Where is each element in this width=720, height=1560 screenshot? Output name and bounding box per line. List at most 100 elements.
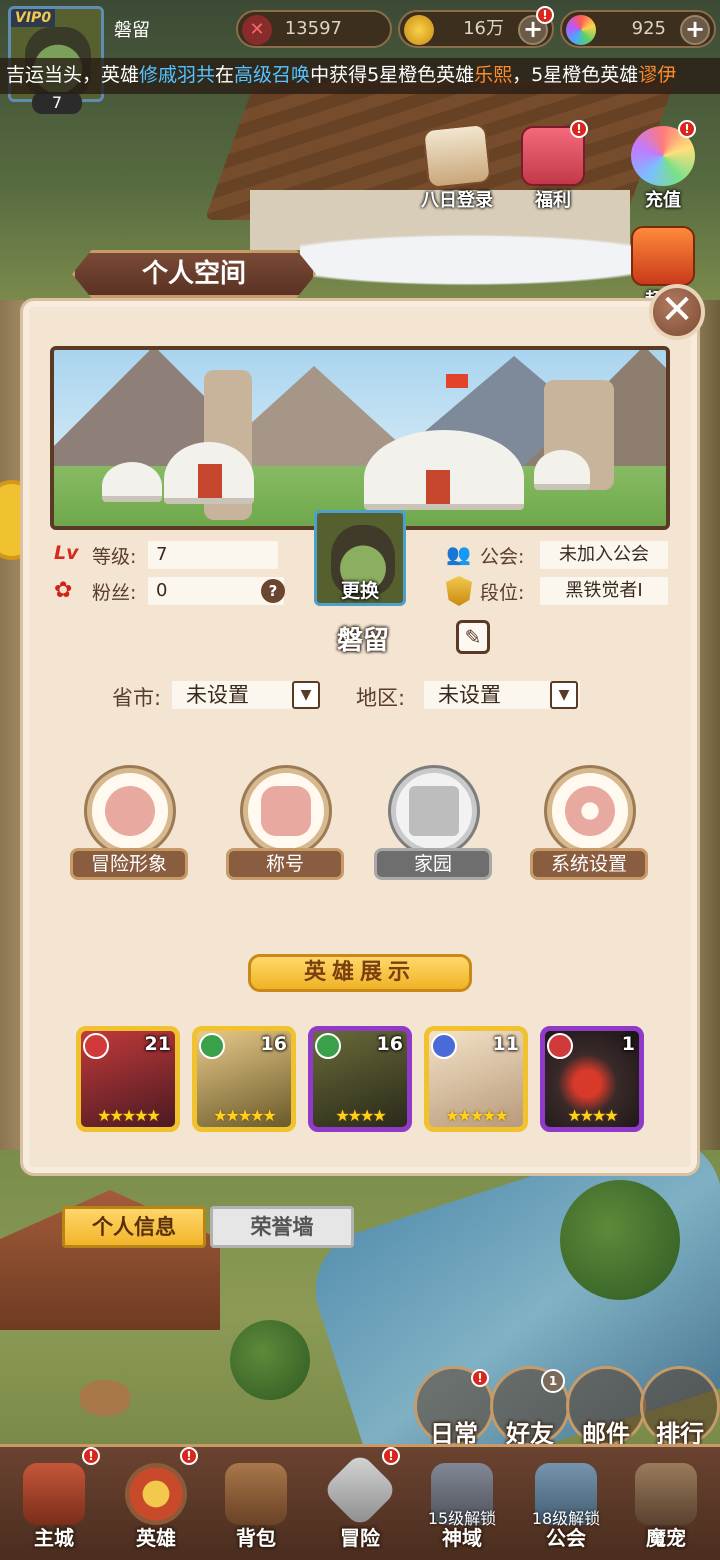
nav-notification-dot: !: [382, 1447, 400, 1465]
rank-value: 黑铁觉者Ⅰ: [540, 577, 668, 605]
tab-personal-info[interactable]: 个人信息: [62, 1206, 206, 1248]
nav-divine-realm[interactable]: 15级解锁 神域: [412, 1457, 512, 1557]
gold-notification-dot: !: [536, 6, 554, 24]
hero-stars: ★★★★: [567, 1106, 618, 1125]
top-bar: VIP0 7 磐留 ✕ 13597 16万 + ! 925 +: [0, 0, 720, 114]
fans-label: 粉丝:: [92, 582, 137, 604]
pet-cage-icon: [635, 1463, 697, 1525]
marquee-text: 中获得5星橙色英雄: [310, 64, 475, 86]
castle-icon: [23, 1463, 85, 1525]
player-name-top: 磐留: [114, 20, 150, 41]
system-settings-button[interactable]: 系统设置: [530, 768, 650, 880]
backpack-icon: [225, 1463, 287, 1525]
marquee-text: 在: [215, 64, 235, 86]
quick-actions: 日常 ! 好友 1 邮件 排行: [0, 1366, 720, 1456]
rank-label: 段位:: [480, 582, 525, 604]
nature-element-icon: [315, 1033, 341, 1059]
nav-adventure[interactable]: 冒险 !: [310, 1447, 410, 1557]
recharge-button[interactable]: 充值 !: [620, 120, 706, 212]
marquee-player-name: 修戚羽共: [139, 64, 216, 86]
menu-label: 系统设置: [530, 848, 648, 880]
welfare-notification-dot: !: [570, 120, 588, 138]
adventure-image-button[interactable]: 冒险形象: [70, 768, 190, 880]
nav-guild[interactable]: 18级解锁 公会: [516, 1457, 616, 1557]
hero-card[interactable]: 21 ★★★★★: [76, 1026, 180, 1132]
province-label: 省市:: [112, 686, 162, 710]
flag-icon: [446, 374, 468, 388]
fire-element-icon: [547, 1033, 573, 1059]
hero-level: 16: [260, 1033, 287, 1055]
menu-label: 称号: [226, 848, 344, 880]
nav-label: 神域: [442, 1526, 482, 1550]
hero-card[interactable]: 11 ★★★★★: [424, 1026, 528, 1132]
fans-help-icon[interactable]: ?: [261, 579, 285, 603]
marquee-summon-type: 高级召唤: [234, 64, 311, 86]
title-button[interactable]: 称号: [226, 768, 346, 880]
nav-notification-dot: !: [82, 1447, 100, 1465]
gold-value: 16万: [463, 18, 504, 39]
adventure-image-icon: [87, 768, 173, 854]
nav-label: 魔宠: [646, 1526, 686, 1550]
panel-title: 个人空间: [72, 250, 316, 298]
nav-main-city[interactable]: 主城 !: [4, 1447, 104, 1557]
chevron-down-icon[interactable]: ▼: [550, 681, 578, 709]
gold-coin-icon: [404, 15, 434, 45]
nav-bag[interactable]: 背包: [206, 1457, 306, 1557]
region-label: 地区:: [356, 686, 406, 710]
pencil-icon: ✎: [464, 625, 482, 649]
edit-name-button[interactable]: ✎: [456, 620, 490, 654]
nav-label: 主城: [34, 1526, 74, 1550]
hero-showcase-title: 英雄展示: [248, 954, 472, 992]
rose-icon: ✿: [54, 578, 73, 603]
activity-label: 八日登录: [421, 190, 493, 211]
chevron-down-icon[interactable]: ▼: [292, 681, 320, 709]
level-icon: Lv: [54, 542, 79, 564]
tab-honor-wall[interactable]: 荣誉墙: [210, 1206, 354, 1248]
nav-label: 背包: [236, 1526, 276, 1550]
guild-label: 公会:: [480, 546, 525, 568]
hero-card[interactable]: 16 ★★★★★: [192, 1026, 296, 1132]
profile-banner[interactable]: [50, 346, 670, 530]
bottom-navigation: 主城 ! 英雄 ! 背包 冒险 ! 15级解锁 神域 18级解锁 公会 魔宠: [0, 1444, 720, 1560]
vip-badge: VIP0: [11, 9, 56, 27]
title-badge-icon: [243, 768, 329, 854]
rainbow-gem-icon: [566, 15, 596, 45]
vip-level: 0: [41, 10, 52, 26]
menu-label: 冒险形象: [70, 848, 188, 880]
daily-button[interactable]: 日常 !: [414, 1366, 494, 1448]
recharge-notification-dot: !: [678, 120, 696, 138]
hero-level: 1: [621, 1033, 635, 1055]
hero-card[interactable]: 1 ★★★★: [540, 1026, 644, 1132]
home-gift-icon: [391, 768, 477, 854]
menu-label: 家园: [374, 848, 492, 880]
close-button[interactable]: ✕: [649, 284, 705, 340]
hero-card[interactable]: 16 ★★★★: [308, 1026, 412, 1132]
nav-pet[interactable]: 魔宠: [616, 1457, 716, 1557]
banner-yurt: [102, 462, 162, 502]
player-name: 磐留: [336, 626, 389, 656]
activity-label: 福利: [535, 190, 571, 211]
add-gem-button[interactable]: +: [680, 15, 710, 45]
banner-yurt: [534, 450, 590, 490]
nav-notification-dot: !: [180, 1447, 198, 1465]
marquee-hero-name: 谬伊: [638, 64, 677, 86]
vip-label: VIP: [15, 10, 42, 26]
marquee-hero-name: 乐熙: [474, 64, 513, 86]
power-display: ✕ 13597: [236, 10, 392, 48]
hero-stars: ★★★★★: [213, 1106, 277, 1125]
nav-heroes[interactable]: 英雄 !: [106, 1447, 206, 1557]
ranking-button[interactable]: 排行: [640, 1366, 720, 1448]
settings-gear-icon: [547, 768, 633, 854]
nav-label: 冒险: [340, 1526, 380, 1550]
hero-stars: ★★★★★: [445, 1106, 509, 1125]
hero-level: 16: [376, 1033, 403, 1055]
welfare-button[interactable]: 福利 !: [510, 120, 596, 212]
eight-day-login-button[interactable]: 八日登录: [414, 122, 500, 212]
home-button[interactable]: 家园: [374, 768, 494, 880]
nature-element-icon: [199, 1033, 225, 1059]
mail-button[interactable]: 邮件: [566, 1366, 646, 1448]
change-avatar-button[interactable]: 更换: [314, 510, 406, 606]
nav-label: 英雄: [136, 1526, 176, 1550]
friends-button[interactable]: 好友 1: [490, 1366, 570, 1448]
nav-label: 公会: [546, 1526, 586, 1550]
